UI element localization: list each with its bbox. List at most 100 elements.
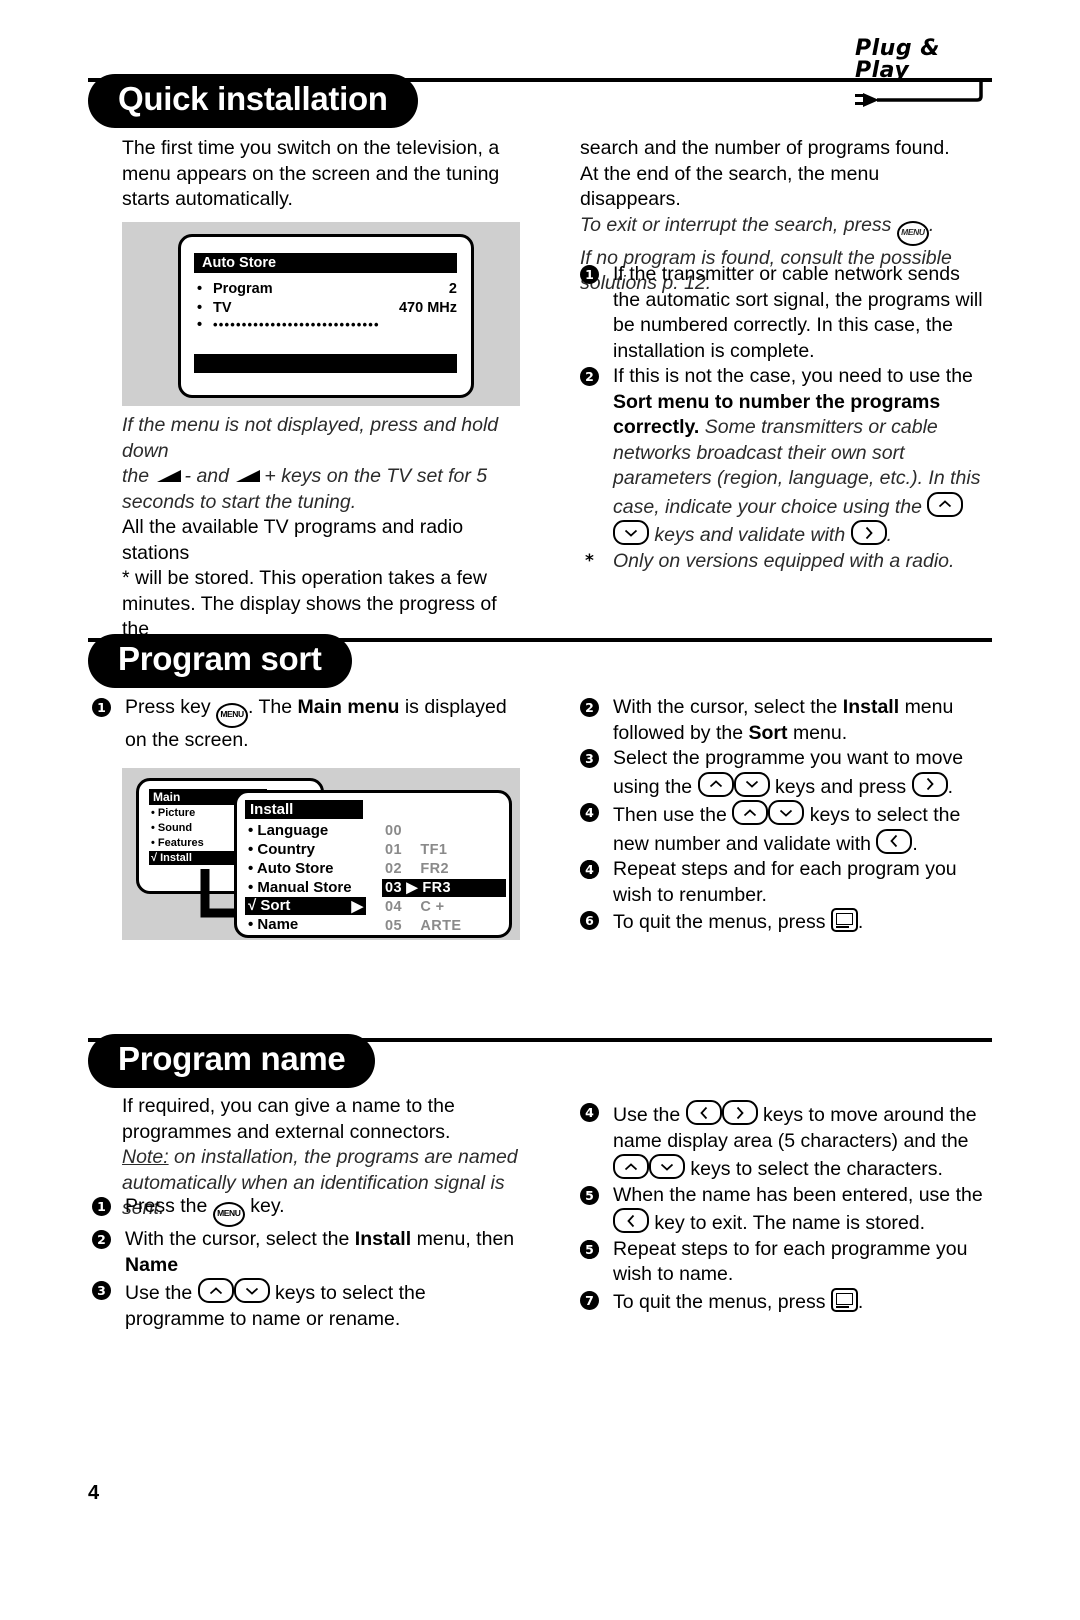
install-item-manual-store[interactable]: • Manual Store (248, 879, 352, 896)
program-row[interactable]: 02 FR2 (385, 861, 449, 877)
quick-item1-text: If the transmitter or cable network send… (613, 263, 983, 362)
sort-item1-bold: Main menu (297, 696, 400, 718)
list-item: 4 Then use the keys to select the new nu… (580, 800, 988, 857)
osd-install-title: Install (245, 800, 363, 819)
list-item: 5 Repeat steps 3 and 4 for each program … (580, 857, 988, 908)
name-item4-c: keys to select the characters. (690, 1158, 943, 1180)
step-number: 1 (580, 265, 599, 284)
quick-cont-line1: search and the number of programs found. (580, 137, 950, 159)
program-row[interactable]: 00 (385, 823, 420, 839)
install-item-language[interactable]: • Language (248, 822, 328, 839)
install-item-sort-selected[interactable]: √ Sort ▶ (245, 897, 366, 915)
step-number: 1 (92, 698, 111, 717)
section-title-program-sort: Program sort (88, 634, 352, 688)
cursor-right-key-icon[interactable] (911, 771, 948, 797)
program-number: 02 (385, 861, 402, 877)
list-item: 1 Press key MENU. The Main menu is displ… (92, 695, 522, 754)
exit-menu-key-icon[interactable] (830, 908, 858, 932)
program-row[interactable]: 05 ARTE (385, 918, 461, 934)
name-item5-b: key to exit. The name is stored. (654, 1212, 926, 1234)
program-row[interactable]: 01 TF1 (385, 842, 447, 858)
program-row[interactable]: 04 C + (385, 899, 445, 915)
submenu-arrow-icon: ▶ (351, 898, 363, 915)
name-right-list: 4 Use the keys to move around the name d… (580, 1100, 988, 1315)
cursor-right-key-icon[interactable] (850, 520, 887, 545)
menu-item-features[interactable]: • Features (151, 837, 204, 849)
program-name: FR2 (420, 861, 449, 877)
quick-body-line2: * will be stored. This operation takes a… (122, 566, 522, 592)
cursor-right-key-icon[interactable] (721, 1100, 758, 1125)
list-item: 6 Repeat steps 3 to 5 for each programme… (580, 1237, 988, 1288)
move-arrow-icon: ▶ (406, 880, 418, 896)
footnote-text: Only on versions equipped with a radio. (613, 549, 955, 572)
menu-item-sound[interactable]: • Sound (151, 822, 192, 834)
install-item-name[interactable]: • Name (248, 916, 298, 933)
step-number: 6 (580, 911, 599, 930)
program-row-selected[interactable]: 03 ▶ FR3 (382, 879, 506, 897)
osd-label-program: Program (213, 281, 273, 297)
name-item2-bold2: Name (125, 1253, 179, 1276)
step-number: 4 (580, 1103, 599, 1122)
osd-progress-dots: ••••••••••••••••••••••••••••• (213, 317, 380, 332)
sort-item2-bold1: Install (842, 696, 900, 718)
osd-label-tv: TV (213, 300, 232, 316)
sort-item4-a: Then use the (613, 804, 727, 826)
menu-key-icon[interactable]: MENU (212, 1202, 245, 1227)
cursor-down-key-icon[interactable] (613, 520, 649, 545)
list-item: 6 To quit the menus, press . (580, 908, 988, 936)
menu-key-icon[interactable]: MENU (216, 703, 249, 728)
cursor-down-key-icon[interactable] (733, 771, 770, 797)
power-plug-icon (855, 82, 983, 107)
quick-italic-exit: To exit or interrupt the search, press M… (580, 213, 985, 246)
install-item-country[interactable]: • Country (248, 841, 315, 858)
step-number: 4 (580, 803, 599, 822)
quick-italic-exit-text: To exit or interrupt the search, press (580, 213, 892, 236)
cursor-left-key-icon[interactable] (685, 1100, 722, 1125)
menu-item-picture[interactable]: • Picture (151, 807, 195, 819)
note-plus: + keys on the TV set for 5 (264, 465, 488, 487)
cursor-up-key-icon[interactable] (732, 800, 769, 825)
list-item: 5 When the name has been entered, use th… (580, 1183, 988, 1237)
program-number: 05 (385, 918, 402, 934)
cursor-left-key-icon[interactable] (613, 1208, 649, 1233)
tv-screen-auto-store: Auto Store • Program 2 • TV 470 MHz • ••… (178, 234, 474, 398)
quick-left-note: If the menu is not displayed, press and … (122, 413, 522, 643)
name-left-list: 1 Press the MENU key. 2 With the cursor,… (92, 1194, 522, 1332)
bullet-tv: • (197, 300, 203, 316)
cursor-up-key-icon[interactable] (197, 1278, 234, 1303)
menu-key-icon[interactable]: MENU (896, 220, 929, 246)
program-number: 00 (385, 823, 402, 839)
list-item: 7 To quit the menus, press . (580, 1287, 988, 1316)
cursor-down-key-icon[interactable] (768, 800, 805, 825)
note-label: Note: (122, 1146, 169, 1168)
list-item: 2 With the cursor, select the Install me… (580, 695, 988, 746)
name-item3-a: Use the (125, 1282, 193, 1304)
cursor-left-key-icon[interactable] (876, 828, 913, 854)
install-item-auto-store[interactable]: • Auto Store (248, 860, 334, 877)
osd-title-auto-store: Auto Store (194, 253, 457, 273)
sort-item5-a: Repeat steps (613, 858, 728, 880)
cursor-up-key-icon[interactable] (927, 491, 964, 517)
name-item1-b: key. (250, 1195, 285, 1217)
program-name: FR3 (422, 880, 451, 896)
cursor-down-key-icon[interactable] (233, 1278, 270, 1303)
quick-ital3-b: keys and validate with (654, 524, 846, 546)
sort-item6-b: . (857, 911, 864, 933)
cursor-up-key-icon[interactable] (613, 1154, 649, 1179)
section-title-quick-installation: Quick installation (88, 74, 418, 128)
cursor-up-key-icon[interactable] (697, 771, 734, 797)
quick-body-line1: All the available TV programs and radio … (122, 516, 464, 564)
cursor-down-key-icon[interactable] (649, 1154, 685, 1179)
step-number: 2 (580, 698, 599, 717)
tv-screen-install-menu: Install • Language • Country • Auto Stor… (234, 790, 512, 938)
sort-item4-c: . (912, 832, 918, 855)
name-item1-a: Press the (125, 1195, 208, 1217)
page-number: 4 (88, 1482, 100, 1504)
name-item7-a: To quit the menus, press (613, 1290, 826, 1313)
step-number: 7 (580, 1290, 599, 1310)
note-minus: - and (184, 465, 229, 487)
footnote-star: * (585, 550, 594, 571)
quick-right-list: 1 If the transmitter or cable network se… (580, 262, 988, 574)
footnote-item: * Only on versions equipped with a radio… (580, 549, 988, 575)
exit-menu-key-icon[interactable] (830, 1287, 858, 1312)
